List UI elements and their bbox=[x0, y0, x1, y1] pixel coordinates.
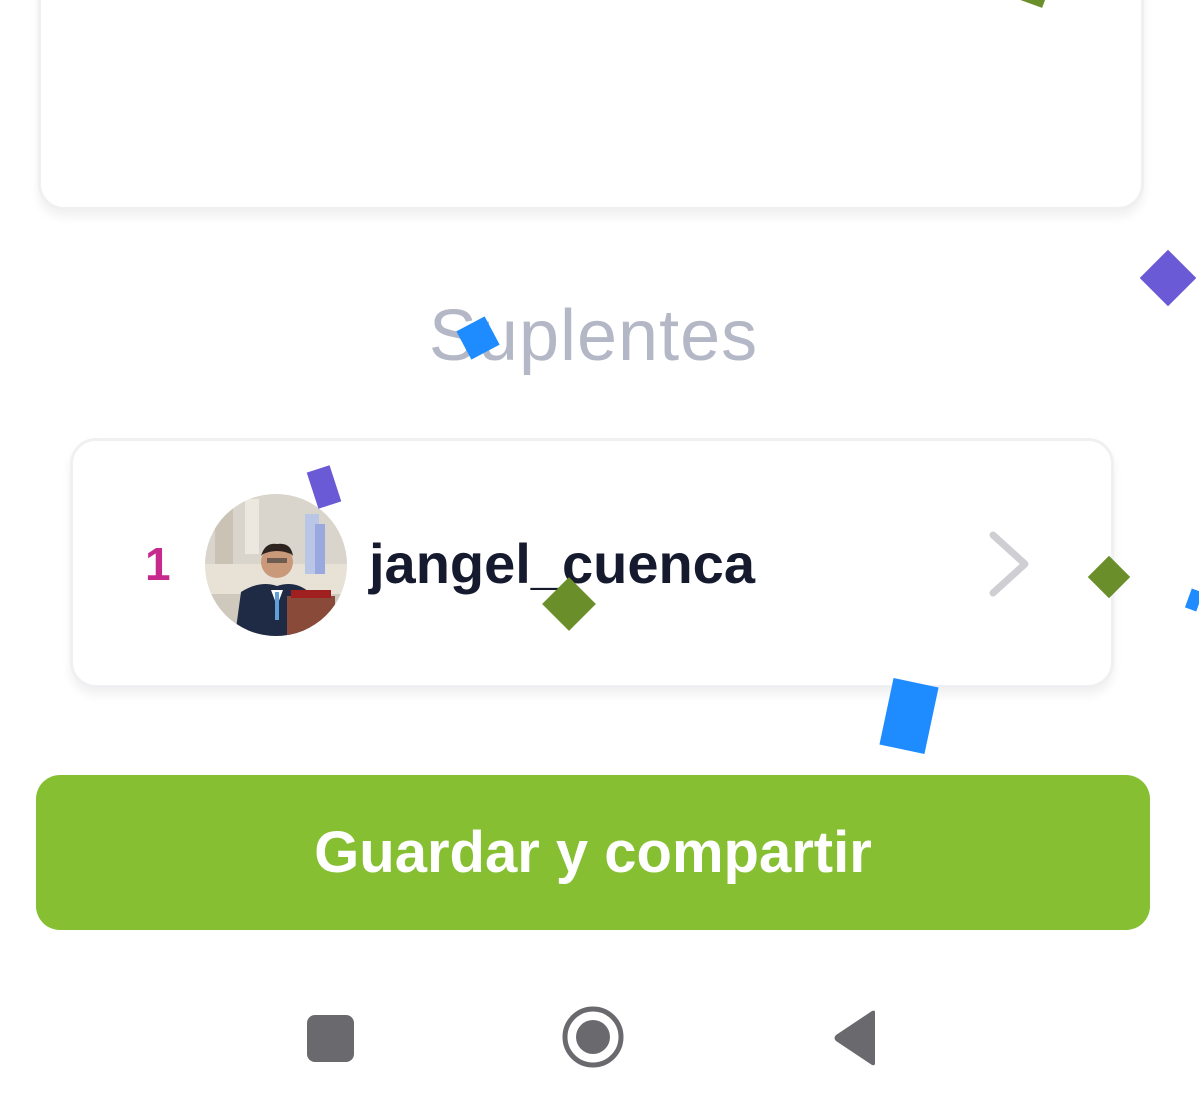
square-icon bbox=[307, 1015, 354, 1062]
confetti-piece bbox=[879, 677, 939, 755]
top-card bbox=[38, 0, 1144, 210]
save-and-share-button[interactable]: Guardar y compartir bbox=[36, 775, 1150, 930]
confetti-piece bbox=[1184, 588, 1199, 612]
triangle-back-icon bbox=[834, 1010, 875, 1066]
substitute-rank: 1 bbox=[145, 538, 171, 590]
substitute-username: jangel_cuenca bbox=[369, 532, 755, 595]
back-button[interactable] bbox=[830, 1008, 880, 1068]
section-title: Suplentes bbox=[428, 296, 759, 376]
recent-apps-button[interactable] bbox=[300, 1010, 360, 1066]
substitute-row[interactable]: 1 jangel_cuenca bbox=[70, 438, 1114, 688]
chevron-right-icon[interactable] bbox=[985, 529, 1033, 599]
avatar bbox=[205, 494, 347, 636]
circle-icon bbox=[562, 1006, 624, 1068]
home-button[interactable] bbox=[560, 1004, 626, 1070]
